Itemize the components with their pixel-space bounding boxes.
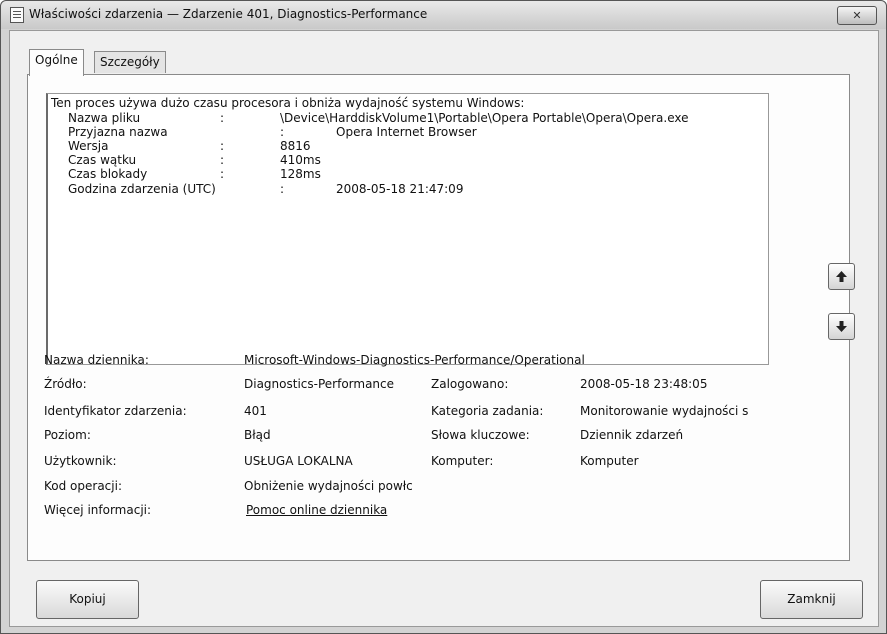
next-event-button[interactable] [828, 313, 855, 340]
previous-event-button[interactable] [828, 263, 855, 290]
opcode-value[interactable]: Obniżenie wydajności powłc [244, 479, 413, 493]
arrow-down-icon [836, 321, 847, 332]
description-row-label: Wersja [68, 139, 109, 153]
description-row-label: Czas blokady [68, 167, 148, 181]
description-row-separator: : [220, 139, 225, 153]
online-help-link[interactable]: Pomoc online dziennika [246, 503, 387, 517]
description-row-separator: : [220, 111, 225, 125]
event-viewer-icon [10, 7, 24, 23]
tab-details[interactable]: Szczegóły [94, 51, 166, 73]
level-label: Poziom: [44, 428, 91, 442]
description-row-separator: : [220, 167, 225, 181]
computer-label: Komputer: [431, 454, 494, 468]
log-name-label: Nazwa dziennika: [44, 353, 149, 367]
close-window-button[interactable]: ✕ [837, 6, 877, 25]
user-value[interactable]: USŁUGA LOKALNA [244, 454, 353, 468]
description-intro: Ten proces używa dużo czasu procesora i … [51, 96, 525, 110]
task-category-value[interactable]: Monitorowanie wydajności s [580, 404, 748, 418]
keywords-value[interactable]: Dziennik zdarzeń [580, 428, 683, 442]
computer-value[interactable]: Komputer [580, 454, 639, 468]
event-properties-window: Właściwości zdarzenia — Zdarzenie 401, D… [0, 0, 887, 634]
event-description-box[interactable]: Ten proces używa dużo czasu procesora i … [46, 93, 769, 365]
source-label: Źródło: [44, 377, 87, 391]
arrow-up-icon [836, 271, 847, 282]
description-row-value: 8816 [280, 139, 311, 153]
description-row-label: Nazwa pliku [68, 111, 141, 125]
task-category-label: Kategoria zadania: [431, 404, 544, 418]
description-row-value: 2008-05-18 21:47:09 [336, 182, 464, 196]
dialog-client-area: Ogólne Szczegóły Ten proces używa dużo c… [9, 30, 879, 627]
description-row-separator: : [280, 125, 285, 139]
description-row-separator: : [280, 182, 285, 196]
user-label: Użytkownik: [44, 454, 117, 468]
title-bar[interactable]: Właściwości zdarzenia — Zdarzenie 401, D… [1, 1, 886, 29]
source-value[interactable]: Diagnostics-Performance [244, 377, 394, 391]
logged-value[interactable]: 2008-05-18 23:48:05 [580, 377, 707, 391]
description-row-separator: : [220, 153, 225, 167]
copy-button[interactable]: Kopiuj [36, 580, 139, 619]
keywords-label: Słowa kluczowe: [431, 428, 530, 442]
description-row-value: Opera Internet Browser [336, 125, 477, 139]
description-row-label: Czas wątku [68, 153, 137, 167]
description-row-value: \Device\HarddiskVolume1\Portable\Opera P… [280, 111, 689, 125]
more-info-label: Więcej informacji: [44, 503, 152, 517]
window-title: Właściwości zdarzenia — Zdarzenie 401, D… [29, 7, 428, 21]
description-row-label: Przyjazna nazwa [68, 125, 168, 139]
event-id-label: Identyfikator zdarzenia: [44, 404, 187, 418]
close-button[interactable]: Zamknij [760, 580, 863, 619]
description-row-value: 410ms [280, 153, 321, 167]
logged-label: Zalogowano: [431, 377, 509, 391]
event-id-value[interactable]: 401 [244, 404, 267, 418]
level-value[interactable]: Błąd [244, 428, 271, 442]
log-name-value[interactable]: Microsoft-Windows-Diagnostics-Performanc… [244, 353, 585, 367]
tab-general[interactable]: Ogólne [29, 49, 84, 76]
opcode-label: Kod operacji: [44, 479, 122, 493]
description-row-label: Godzina zdarzenia (UTC) [68, 182, 216, 196]
description-row-value: 128ms [280, 167, 321, 181]
